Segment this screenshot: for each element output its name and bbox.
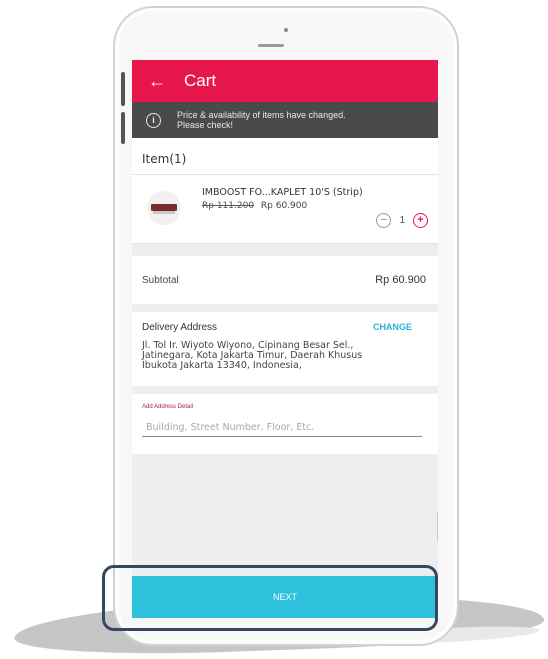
address-detail-label: Add Address Detail: [142, 404, 194, 410]
change-address-button[interactable]: CHANGE: [373, 322, 412, 332]
product-old-price: Rp 111.200: [202, 201, 255, 211]
decrease-quantity-button[interactable]: −: [376, 213, 392, 228]
phone-power-button: [121, 112, 125, 144]
product-thumbnail[interactable]: [147, 191, 181, 225]
address-detail-input[interactable]: [142, 420, 422, 437]
items-card: Item(1) IMBOOST FO...KAPLET 10'S (Strip)…: [132, 138, 438, 244]
product-image-box: [151, 204, 177, 211]
product-price: Rp 60.900: [260, 201, 308, 211]
quantity-value: 1: [399, 215, 405, 226]
app-screen: ← Cart i Price & availability of items h…: [132, 60, 438, 618]
app-bar: ← Cart: [132, 60, 438, 102]
info-icon: i: [146, 112, 161, 128]
section-gap: [132, 244, 438, 256]
increase-quantity-button[interactable]: +: [413, 213, 428, 228]
delivery-address-text: Jl. Tol Ir. Wiyoto Wiyono, Cipinang Besa…: [142, 340, 363, 371]
section-gap: [132, 304, 438, 312]
cart-item: IMBOOST FO...KAPLET 10'S (Strip) Rp 111.…: [132, 175, 438, 244]
section-gap: [132, 386, 438, 394]
page-title: Cart: [184, 71, 217, 90]
quantity-stepper: − 1 +: [376, 213, 428, 228]
delivery-address-section: Delivery Address CHANGE Jl. Tol Ir. Wiyo…: [132, 312, 438, 386]
product-image-shadow: [153, 211, 175, 214]
product-name[interactable]: IMBOOST FO...KAPLET 10'S (Strip): [202, 187, 363, 198]
back-arrow-icon[interactable]: ←: [148, 71, 178, 92]
product-prices: Rp 111.200 Rp 60.900: [202, 201, 307, 211]
items-header: Item(1): [132, 138, 438, 175]
subtotal-row: Subtotal Rp 60.900: [132, 256, 438, 304]
notice-message: Price & availability of items have chang…: [177, 110, 346, 130]
address-detail-section: Add Address Detail: [132, 394, 438, 454]
phone-speaker: [258, 44, 284, 47]
notice-banner: i Price & availability of items have cha…: [132, 102, 438, 138]
next-button-highlight: [102, 565, 438, 631]
subtotal-label: Subtotal: [142, 274, 179, 286]
phone-volume-button: [121, 72, 125, 106]
subtotal-value: Rp 60.900: [375, 274, 426, 286]
scrollbar: [437, 512, 438, 542]
phone-camera: [284, 28, 288, 32]
